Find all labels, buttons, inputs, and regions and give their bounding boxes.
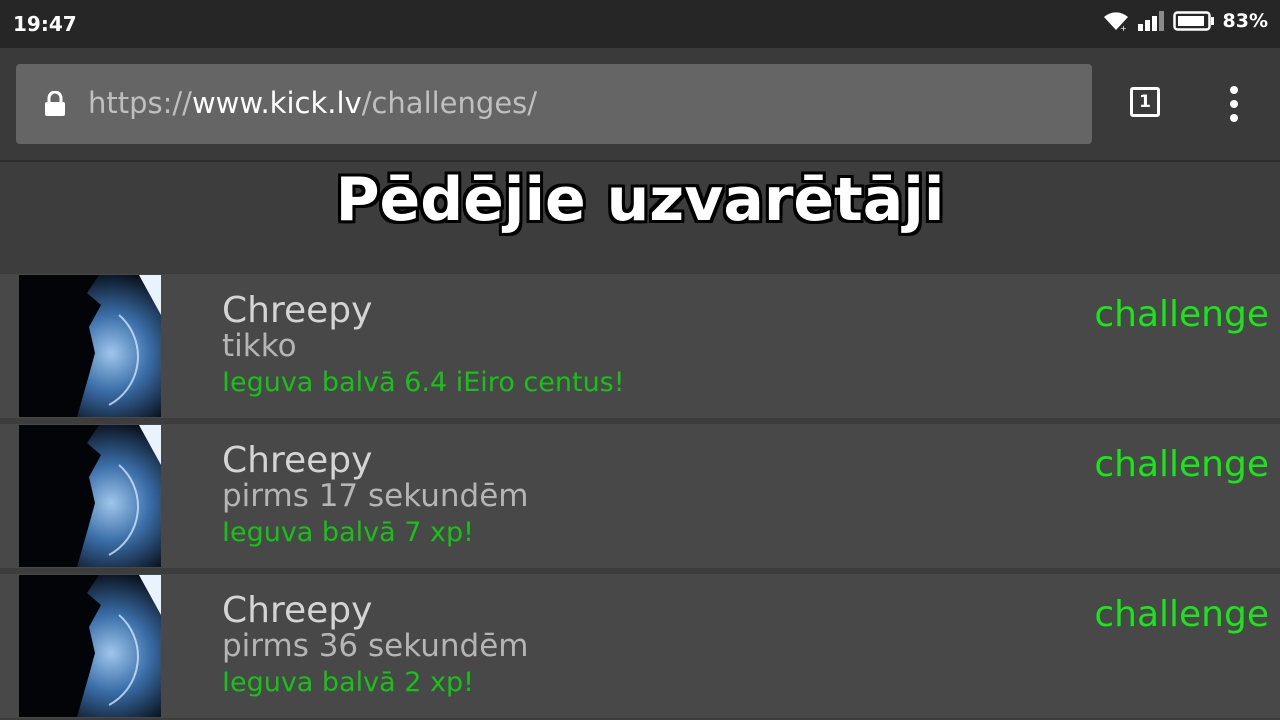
winner-time: tikko: [222, 328, 297, 364]
tab-count: 1: [1139, 92, 1151, 112]
winner-name[interactable]: Chreepy: [222, 290, 372, 331]
status-time: 19:47: [13, 12, 77, 36]
avatar[interactable]: [19, 575, 161, 717]
status-bar: 19:47 + 83%: [0, 0, 1280, 48]
tabs-button[interactable]: 1: [1130, 87, 1160, 117]
avatar-image: [19, 275, 161, 417]
challenge-link[interactable]: challenge: [1094, 594, 1269, 635]
url-scheme: https://: [88, 86, 192, 120]
winner-prize: Ieguva balvā 7 xp!: [222, 517, 474, 548]
url-text[interactable]: https://www.kick.lv/challenges/: [88, 86, 537, 120]
avatar-image: [19, 575, 161, 717]
url-path: /challenges/: [361, 86, 538, 120]
avatar[interactable]: [19, 275, 161, 417]
url-host: www.kick.lv: [191, 86, 362, 120]
address-bar[interactable]: https://www.kick.lv/challenges/: [16, 64, 1092, 144]
winner-time: pirms 36 sekundēm: [222, 628, 529, 664]
avatar[interactable]: [19, 425, 161, 567]
battery-percentage: 83%: [1222, 10, 1268, 32]
winner-row: Chreepy tikko Ieguva balvā 6.4 iEiro cen…: [0, 274, 1280, 418]
svg-text:+: +: [1120, 24, 1127, 32]
status-icons: + 83%: [1103, 10, 1268, 32]
winner-row: Chreepy pirms 17 sekundēm Ieguva balvā 7…: [0, 424, 1280, 568]
challenge-link[interactable]: challenge: [1094, 294, 1269, 335]
page-title: Pēdējie uzvarētāji: [335, 165, 945, 235]
signal-icon: [1137, 11, 1164, 31]
winner-prize: Ieguva balvā 6.4 iEiro centus!: [222, 367, 625, 398]
overflow-menu-icon[interactable]: [1220, 84, 1248, 124]
avatar-image: [19, 425, 161, 567]
winner-name[interactable]: Chreepy: [222, 440, 372, 481]
winner-time: pirms 17 sekundēm: [222, 478, 529, 514]
lock-icon: [45, 91, 65, 116]
challenge-link[interactable]: challenge: [1094, 444, 1269, 485]
browser-toolbar: https://www.kick.lv/challenges/ 1: [0, 48, 1280, 162]
battery-icon: [1172, 11, 1214, 31]
wifi-icon: +: [1103, 12, 1128, 32]
winner-row: Chreepy pirms 36 sekundēm Ieguva balvā 2…: [0, 574, 1280, 718]
winner-prize: Ieguva balvā 2 xp!: [222, 667, 474, 698]
winner-name[interactable]: Chreepy: [222, 590, 372, 631]
